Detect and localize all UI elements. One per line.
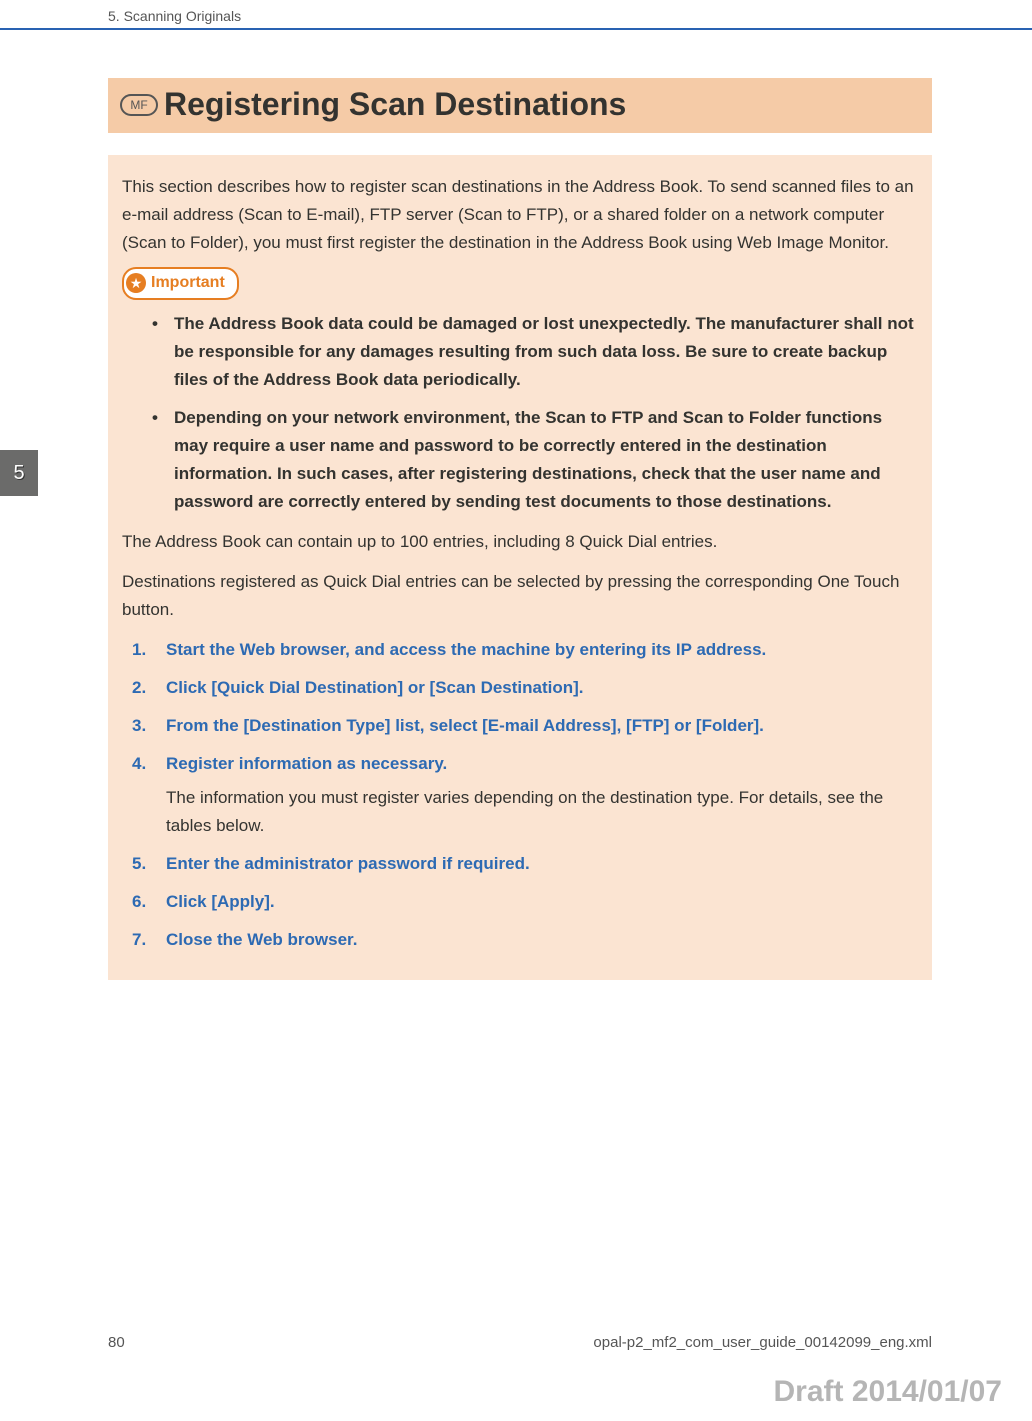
list-item: Click [Apply]. bbox=[132, 888, 918, 916]
step-title: Enter the administrator password if requ… bbox=[166, 850, 918, 878]
step-title: Click [Quick Dial Destination] or [Scan … bbox=[166, 674, 918, 702]
list-item: Enter the administrator password if requ… bbox=[132, 850, 918, 878]
paragraph: The Address Book can contain up to 100 e… bbox=[122, 528, 918, 556]
step-title: Close the Web browser. bbox=[166, 926, 918, 954]
star-icon: ★ bbox=[126, 273, 146, 293]
step-title: Click [Apply]. bbox=[166, 888, 918, 916]
draft-stamp: Draft 2014/01/07 bbox=[774, 1375, 1003, 1409]
title-bar: MF Registering Scan Destinations bbox=[108, 78, 932, 133]
page-title: Registering Scan Destinations bbox=[164, 86, 626, 123]
intro-paragraph: This section describes how to register s… bbox=[122, 173, 918, 257]
source-filename: opal-p2_mf2_com_user_guide_00142099_eng.… bbox=[593, 1334, 932, 1351]
list-item: Click [Quick Dial Destination] or [Scan … bbox=[132, 674, 918, 702]
step-title: Start the Web browser, and access the ma… bbox=[166, 636, 918, 664]
page-content: MF Registering Scan Destinations This se… bbox=[108, 78, 932, 980]
steps-list: Start the Web browser, and access the ma… bbox=[122, 636, 918, 954]
list-item: Close the Web browser. bbox=[132, 926, 918, 954]
chapter-header: 5. Scanning Originals bbox=[108, 8, 241, 24]
list-item: From the [Destination Type] list, select… bbox=[132, 712, 918, 740]
important-bullet-list: The Address Book data could be damaged o… bbox=[122, 310, 918, 516]
step-title: From the [Destination Type] list, select… bbox=[166, 712, 918, 740]
list-item: The Address Book data could be damaged o… bbox=[152, 310, 918, 394]
list-item: Depending on your network environment, t… bbox=[152, 404, 918, 516]
chapter-side-tab: 5 bbox=[0, 450, 38, 496]
page-footer: 80 opal-p2_mf2_com_user_guide_00142099_e… bbox=[108, 1334, 932, 1351]
step-subtext: The information you must register varies… bbox=[166, 784, 918, 840]
list-item: Register information as necessary. The i… bbox=[132, 750, 918, 840]
mf-badge-icon: MF bbox=[120, 94, 158, 116]
important-label-text: Important bbox=[151, 270, 225, 296]
page-number: 80 bbox=[108, 1334, 125, 1351]
header-divider bbox=[0, 28, 1032, 30]
important-label: ★ Important bbox=[122, 267, 239, 299]
step-title: Register information as necessary. bbox=[166, 750, 918, 778]
paragraph: Destinations registered as Quick Dial en… bbox=[122, 568, 918, 624]
body-block: This section describes how to register s… bbox=[108, 155, 932, 980]
list-item: Start the Web browser, and access the ma… bbox=[132, 636, 918, 664]
